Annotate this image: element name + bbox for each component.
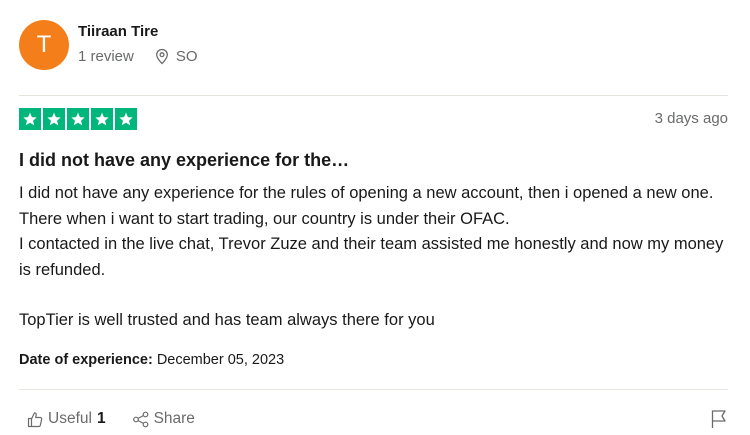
divider-top (19, 95, 728, 96)
experience-date: December 05, 2023 (156, 352, 285, 368)
review-date: 3 days ago (654, 110, 728, 127)
review-card: T Tiiraan Tire 1 review SO 3 days ago I … (0, 0, 750, 435)
report-button[interactable] (710, 409, 728, 434)
thumbs-up-icon (27, 411, 43, 427)
review-paragraph: I did not have any experience for the ru… (19, 184, 714, 228)
share-label: Share (153, 410, 195, 427)
star-icon (115, 108, 137, 130)
experience-label: Date of experience: (19, 352, 153, 368)
useful-count: 1 (96, 410, 106, 427)
review-paragraph: TopTier is well trusted and has team alw… (19, 311, 435, 329)
share-icon (132, 411, 148, 427)
review-body: I did not have any experience for the ru… (19, 181, 734, 334)
date-of-experience: Date of experience: December 05, 2023 (19, 352, 284, 368)
star-rating (19, 108, 139, 130)
review-count: 1 review (78, 48, 134, 65)
share-button[interactable]: Share (132, 410, 195, 428)
consumer-name[interactable]: Tiiraan Tire (78, 23, 198, 41)
country-code: SO (175, 48, 198, 65)
review-title[interactable]: I did not have any experience for the… (19, 150, 349, 171)
consumer-meta: 1 review SO (78, 48, 198, 65)
useful-label: Useful (48, 410, 92, 427)
star-icon (43, 108, 65, 130)
divider-bottom (19, 389, 728, 390)
avatar[interactable]: T (19, 20, 69, 70)
consumer-info: T Tiiraan Tire 1 review SO (19, 20, 198, 70)
location-pin-icon (155, 48, 168, 65)
review-actions: Useful 1 Share (27, 410, 195, 428)
avatar-letter: T (36, 31, 52, 58)
star-icon (19, 108, 41, 130)
review-paragraph: I contacted in the live chat, Trevor Zuz… (19, 235, 724, 279)
star-icon (67, 108, 89, 130)
consumer-details: Tiiraan Tire 1 review SO (78, 23, 198, 65)
flag-icon (711, 410, 726, 428)
consumer-location: SO (154, 48, 198, 65)
star-icon (91, 108, 113, 130)
useful-button[interactable]: Useful 1 (27, 410, 106, 428)
